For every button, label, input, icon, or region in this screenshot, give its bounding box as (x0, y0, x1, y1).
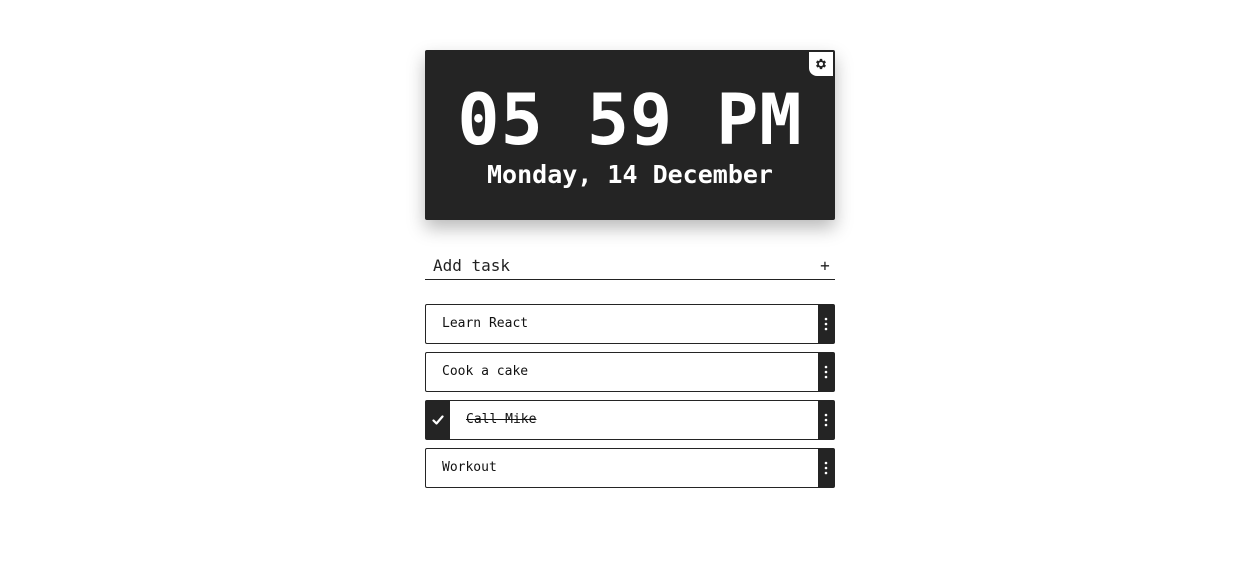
task-menu-button[interactable] (818, 305, 834, 343)
task-item[interactable]: Learn React (425, 304, 835, 344)
task-label: Call Mike (466, 412, 537, 427)
task-item-done[interactable]: Call Mike (425, 400, 835, 440)
clock-todo-app: 05 59 PM Monday, 14 December + Learn Rea… (425, 50, 835, 488)
vertical-dots-icon (824, 413, 828, 427)
task-done-toggle[interactable] (426, 401, 450, 439)
clock-time: 05 59 PM (457, 79, 803, 161)
task-menu-button[interactable] (818, 449, 834, 487)
add-task-input[interactable] (425, 252, 805, 279)
vertical-dots-icon (824, 317, 828, 331)
gear-icon (816, 58, 826, 70)
vertical-dots-icon (824, 365, 828, 379)
task-menu-button[interactable] (818, 353, 834, 391)
task-label: Learn React (442, 316, 529, 331)
task-label: Cook a cake (442, 364, 529, 379)
check-icon (432, 415, 444, 425)
task-menu-button[interactable] (818, 401, 834, 439)
clock-card: 05 59 PM Monday, 14 December (425, 50, 835, 220)
vertical-dots-icon (824, 461, 828, 475)
clock-date: Monday, 14 December (487, 160, 773, 189)
add-task-button[interactable]: + (817, 256, 833, 276)
task-label: Workout (442, 460, 497, 475)
add-task-row: + (425, 252, 835, 280)
task-item[interactable]: Workout (425, 448, 835, 488)
task-list: Learn React Cook a cake Call Mike Workou… (425, 304, 835, 496)
task-item[interactable]: Cook a cake (425, 352, 835, 392)
settings-button[interactable] (809, 52, 833, 76)
